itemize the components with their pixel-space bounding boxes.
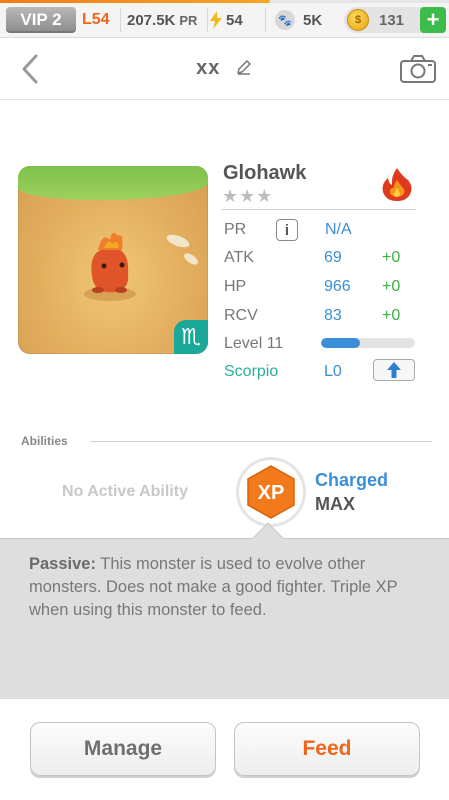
- stat-bonus: +0: [382, 278, 401, 295]
- scorpio-zodiac-icon: ♏: [174, 320, 208, 354]
- stat-label: RCV: [224, 307, 258, 324]
- level-progress-bar: [321, 338, 415, 348]
- stat-label: ATK: [224, 249, 254, 266]
- power-rating-unit: PR: [179, 12, 198, 28]
- paw-value: 5K: [303, 11, 323, 29]
- paw-counter[interactable]: 🐾 5K: [275, 8, 322, 32]
- stat-row-atk: ATK 69 +0: [224, 247, 400, 269]
- coin-value: 131: [379, 11, 405, 29]
- manage-button[interactable]: Manage: [30, 722, 216, 776]
- monster-name: Glohawk: [223, 162, 307, 184]
- stat-row-rcv: RCV 83 +0: [224, 305, 400, 327]
- stat-value: 69: [324, 249, 342, 266]
- stat-row-sign: Scorpio L0: [224, 361, 382, 383]
- arrow-up-icon: [387, 362, 401, 378]
- upgrade-sign-button[interactable]: [373, 359, 415, 381]
- stat-label: HP: [224, 278, 247, 295]
- feed-button[interactable]: Feed: [234, 722, 420, 776]
- monster-nickname: xx: [196, 57, 221, 79]
- energy-value: 54: [226, 11, 243, 29]
- monster-portrait[interactable]: ♏: [18, 166, 208, 354]
- divider: [265, 8, 266, 32]
- add-coins-button[interactable]: +: [420, 7, 446, 33]
- vip-badge[interactable]: VIP 2: [6, 7, 76, 33]
- divider: [120, 8, 121, 32]
- xp-badge-text: XP: [258, 482, 285, 504]
- info-icon[interactable]: i: [276, 219, 298, 241]
- power-rating-value: 207.5K: [127, 11, 176, 29]
- stat-label: PR: [224, 221, 247, 238]
- abilities-section-label: Abilities: [21, 434, 68, 448]
- level-label: Level 11: [224, 335, 284, 352]
- stat-bonus: +0: [382, 249, 401, 266]
- charged-label: Charged: [315, 470, 389, 490]
- player-level: L54: [82, 11, 110, 28]
- star-rating: ★★★: [222, 186, 274, 206]
- stat-value: N/A: [325, 221, 352, 238]
- zodiac-sign-label[interactable]: Scorpio: [224, 363, 324, 381]
- level-progress-fill: [321, 338, 360, 348]
- top-accent-stripe: [0, 0, 449, 3]
- top-status-bar: VIP 2 L54 207.5K PR 54 🐾 5K $ 131 +: [0, 0, 449, 38]
- paw-icon: 🐾: [275, 10, 295, 30]
- abilities-divider: [90, 441, 432, 442]
- stat-row-hp: HP 966 +0: [224, 276, 400, 298]
- power-rating: 207.5K PR: [127, 8, 197, 32]
- no-active-ability: No Active Ability: [62, 483, 188, 500]
- stat-row-pr: PR i N/A: [224, 219, 383, 241]
- passive-label: Passive:: [29, 555, 96, 573]
- xp-ability-badge[interactable]: XP: [239, 460, 303, 524]
- divider: [207, 8, 208, 32]
- camera-icon[interactable]: [399, 54, 437, 84]
- pencil-icon[interactable]: [235, 58, 253, 76]
- page-title: xx: [0, 57, 449, 80]
- stat-value: 83: [324, 307, 342, 324]
- name-divider: [222, 209, 416, 210]
- nav-header: xx: [0, 38, 449, 100]
- passive-description: Passive: This monster is used to evolve …: [29, 553, 429, 622]
- stat-row-level: Level 11: [224, 333, 324, 355]
- fire-icon: [382, 168, 412, 201]
- stat-bonus: +0: [382, 307, 401, 324]
- xp-hexagon-icon: XP: [247, 465, 295, 519]
- coin-icon: $: [347, 9, 369, 31]
- energy-counter[interactable]: 54: [210, 8, 243, 32]
- lightning-icon: [210, 11, 222, 29]
- stat-value: 966: [324, 278, 351, 295]
- charged-value: MAX: [315, 494, 355, 514]
